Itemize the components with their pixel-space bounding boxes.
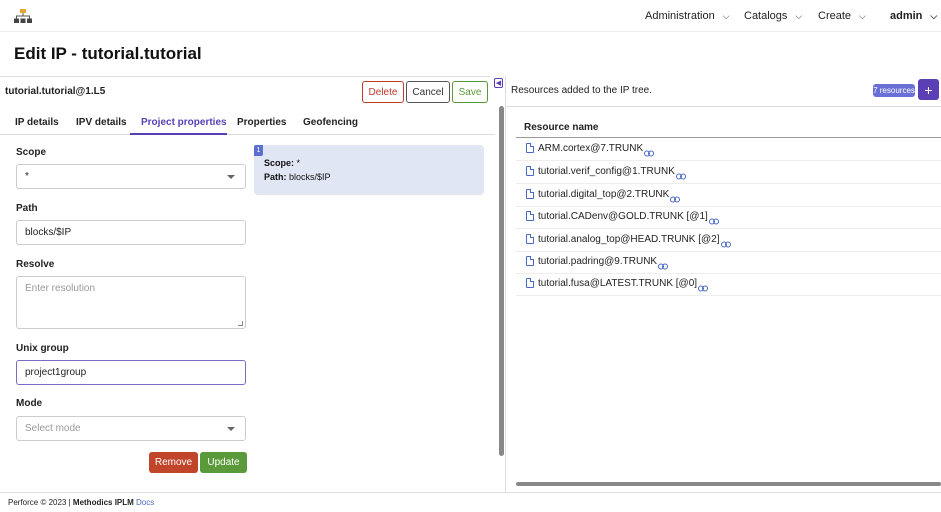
path-value: blocks/$IP bbox=[25, 227, 72, 238]
footer-text: Perforce © 2023 | Methodics IPLM Docs bbox=[8, 498, 154, 507]
card-scope-line: Scope: * bbox=[264, 158, 300, 168]
resource-row[interactable]: tutorial.padring@9.TRUNK bbox=[516, 251, 941, 274]
footer-brand: Methodics IPLM bbox=[72, 498, 134, 507]
resource-row[interactable]: tutorial.digital_top@2.TRUNK bbox=[516, 184, 941, 207]
document-icon bbox=[526, 143, 534, 153]
cancel-button[interactable]: Cancel bbox=[406, 81, 450, 103]
page-title: Edit IP - tutorial.tutorial bbox=[14, 44, 202, 63]
hierarchy-logo-icon[interactable] bbox=[14, 9, 32, 23]
document-icon bbox=[526, 278, 534, 288]
card-index-badge: 1 bbox=[254, 145, 263, 156]
tab-project-properties[interactable]: Project properties bbox=[141, 117, 227, 128]
save-button[interactable]: Save bbox=[452, 81, 488, 103]
chevron-down-icon: ⌵ bbox=[722, 10, 730, 21]
scope-value: * bbox=[25, 171, 29, 182]
resolve-placeholder: Enter resolution bbox=[25, 283, 96, 294]
card-scope-key: Scope: bbox=[264, 158, 295, 168]
document-icon bbox=[526, 234, 534, 244]
resources-divider bbox=[506, 106, 941, 107]
resolve-textarea[interactable]: Enter resolution bbox=[16, 276, 246, 329]
document-icon bbox=[526, 189, 534, 199]
resource-row[interactable]: tutorial.fusa@LATEST.TRUNK [@0] bbox=[516, 273, 941, 296]
tab-geofencing[interactable]: Geofencing bbox=[303, 117, 358, 128]
tab-properties[interactable]: Properties bbox=[237, 117, 286, 128]
resource-row[interactable]: tutorial.verif_config@1.TRUNK bbox=[516, 161, 941, 184]
project-property-card[interactable]: 1 Scope: * Path: blocks/$IP bbox=[254, 145, 484, 195]
resource-name[interactable]: tutorial.CADenv@GOLD.TRUNK [@1] bbox=[538, 211, 708, 222]
dropdown-arrow-icon bbox=[227, 175, 235, 179]
scope-select[interactable]: * bbox=[16, 164, 246, 189]
link-icon[interactable] bbox=[708, 218, 719, 225]
link-icon[interactable] bbox=[670, 196, 681, 203]
card-scope-value: * bbox=[296, 158, 301, 168]
document-icon bbox=[526, 166, 534, 176]
resize-grip-icon[interactable] bbox=[238, 321, 243, 326]
link-icon[interactable] bbox=[720, 241, 731, 248]
scope-label: Scope bbox=[16, 147, 47, 158]
unix-group-label: Unix group bbox=[16, 343, 69, 354]
remove-button[interactable]: Remove bbox=[149, 452, 198, 473]
nav-catalogs[interactable]: Catalogs ⌵ bbox=[744, 10, 802, 22]
link-icon[interactable] bbox=[698, 285, 709, 292]
dropdown-arrow-icon bbox=[227, 427, 235, 431]
resources-count-badge: 7 resources bbox=[873, 84, 915, 97]
resources-header: Resources added to the IP tree. bbox=[511, 85, 653, 96]
footer-copyright: Perforce © 2023 | bbox=[8, 498, 71, 507]
link-icon[interactable] bbox=[675, 173, 686, 180]
resource-name[interactable]: tutorial.digital_top@2.TRUNK bbox=[538, 189, 669, 200]
resource-row[interactable]: ARM.cortex@7.TRUNK bbox=[516, 138, 941, 161]
chevron-down-icon: ⌵ bbox=[795, 10, 803, 21]
nav-user-menu[interactable]: admin ⌵ bbox=[890, 10, 937, 22]
active-tab-indicator bbox=[130, 133, 227, 135]
resource-name[interactable]: tutorial.analog_top@HEAD.TRUNK [@2] bbox=[538, 234, 720, 245]
tab-ip-details[interactable]: IP details bbox=[15, 117, 59, 128]
footer: Perforce © 2023 | Methodics IPLM Docs bbox=[0, 492, 941, 512]
card-path-key: Path: bbox=[264, 172, 287, 182]
collapse-panel-icon[interactable]: ◀ bbox=[494, 78, 503, 88]
chevron-down-icon: ⌵ bbox=[859, 10, 866, 21]
resource-name[interactable]: tutorial.fusa@LATEST.TRUNK [@0] bbox=[538, 278, 697, 289]
card-path-line: Path: blocks/$IP bbox=[264, 172, 331, 182]
resource-name[interactable]: ARM.cortex@7.TRUNK bbox=[538, 143, 643, 154]
chevron-down-icon: ⌵ bbox=[930, 10, 938, 21]
delete-button[interactable]: Delete bbox=[362, 81, 404, 103]
ip-version-name: tutorial.tutorial@1.L5 bbox=[5, 86, 106, 97]
add-resource-button[interactable]: + bbox=[918, 79, 939, 100]
mode-label: Mode bbox=[16, 398, 43, 409]
resource-name[interactable]: tutorial.padring@9.TRUNK bbox=[538, 256, 657, 267]
resource-row[interactable]: tutorial.analog_top@HEAD.TRUNK [@2] bbox=[516, 229, 941, 252]
ip-edit-panel: tutorial.tutorial@1.L5 Delete Cancel Sav… bbox=[0, 76, 495, 492]
unix-group-value: project1group bbox=[25, 367, 87, 378]
resolve-label: Resolve bbox=[16, 259, 55, 270]
resource-row[interactable]: tutorial.CADenv@GOLD.TRUNK [@1] bbox=[516, 206, 941, 229]
mode-select[interactable]: Select mode bbox=[16, 416, 246, 441]
resource-name-column-header[interactable]: Resource name bbox=[524, 122, 598, 133]
panel-divider bbox=[505, 76, 506, 492]
top-navbar: Administration ⌵ Catalogs ⌵ Create ⌵ adm… bbox=[0, 0, 941, 32]
tab-ipv-details[interactable]: IPV details bbox=[76, 117, 127, 128]
card-path-value: blocks/$IP bbox=[289, 172, 331, 182]
nav-administration-label: Administration bbox=[645, 10, 715, 22]
path-label: Path bbox=[16, 203, 38, 214]
nav-administration[interactable]: Administration ⌵ bbox=[645, 10, 730, 22]
document-icon bbox=[526, 256, 534, 266]
resource-name[interactable]: tutorial.verif_config@1.TRUNK bbox=[538, 166, 675, 177]
tab-bar: IP details IPV details Project propertie… bbox=[0, 111, 495, 135]
nav-create[interactable]: Create ⌵ bbox=[818, 10, 866, 22]
update-button[interactable]: Update bbox=[200, 452, 247, 473]
mode-placeholder: Select mode bbox=[25, 423, 81, 434]
unix-group-input[interactable]: project1group bbox=[16, 360, 246, 385]
document-icon bbox=[526, 211, 534, 221]
path-input[interactable]: blocks/$IP bbox=[16, 220, 246, 245]
nav-create-label: Create bbox=[818, 10, 852, 22]
link-icon[interactable] bbox=[658, 263, 669, 270]
nav-catalogs-label: Catalogs bbox=[744, 10, 788, 22]
docs-link[interactable]: Docs bbox=[136, 498, 154, 507]
resources-horizontal-scrollbar[interactable] bbox=[516, 482, 941, 486]
link-icon[interactable] bbox=[644, 150, 655, 157]
left-panel-scrollbar[interactable] bbox=[499, 106, 504, 456]
nav-user-label: admin bbox=[890, 10, 923, 22]
